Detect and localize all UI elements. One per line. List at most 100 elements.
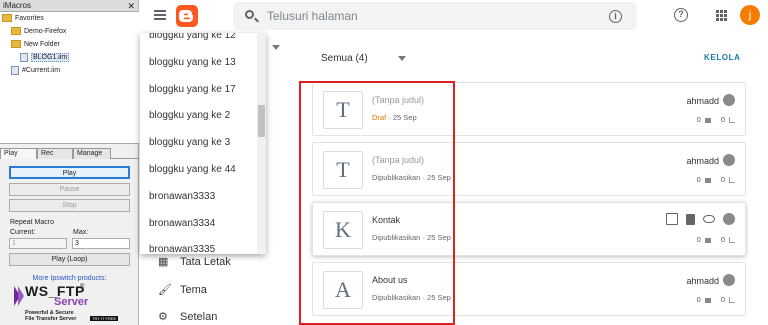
post-meta: Dipublikasikan · 25 Sep <box>372 233 451 242</box>
blog-dropdown-list[interactable]: bloggku yang ke 12 bloggku yang ke 13 blog… <box>140 33 266 254</box>
ws-ftp-server: Server <box>54 296 89 308</box>
views-chart-icon <box>729 177 735 184</box>
comment-icon <box>704 177 711 183</box>
blog-option[interactable]: bloggku yang ke 13 <box>149 57 236 68</box>
blog-option[interactable]: bloggku yang ke 44 <box>149 164 236 175</box>
play-loop-button[interactable]: Play (Loop) <box>9 253 130 266</box>
post-actions <box>658 213 735 227</box>
comment-count: 0 <box>696 175 701 184</box>
search-input[interactable] <box>265 2 585 30</box>
search-icon[interactable] <box>245 10 254 19</box>
tree-item[interactable]: #Current.iim <box>0 64 139 77</box>
more-products-link[interactable]: More Ipswitch products: <box>0 275 139 282</box>
tree-item[interactable]: New Folder <box>0 38 139 51</box>
dropdown-scroll-thumb[interactable] <box>258 105 265 137</box>
search-bar[interactable]: i <box>233 2 637 30</box>
post-stats: 00 <box>697 295 735 304</box>
comment-count: 0 <box>696 295 701 304</box>
post-thumbnail: A <box>323 271 363 309</box>
macro-file-icon <box>11 65 19 75</box>
tree-item[interactable]: Demo-Firefox <box>0 25 139 38</box>
post-card[interactable]: T (Tanpa judul) Draf · 25 Sep ahmadd 0 0 <box>312 82 746 136</box>
ws-ftp-logo-icon <box>14 286 24 306</box>
post-meta: Dipublikasikan · 25 Sep <box>372 173 451 182</box>
delete-icon[interactable] <box>686 213 695 225</box>
blogger-logo-icon[interactable] <box>176 5 198 27</box>
comment-count: 0 <box>696 235 701 244</box>
preview-icon[interactable] <box>703 215 715 224</box>
blogger-header: i ? j <box>140 0 768 33</box>
stop-button[interactable]: Stop <box>9 199 130 212</box>
help-icon[interactable]: ? <box>674 8 688 22</box>
view-count: 0 <box>720 235 725 244</box>
max-field[interactable]: 3 <box>72 238 130 249</box>
comment-icon <box>704 297 711 303</box>
post-title[interactable]: (Tanpa judul) <box>372 95 424 105</box>
tree-item[interactable]: Favorites <box>0 12 139 25</box>
tree-item-label: New Folder <box>24 41 60 48</box>
post-author: ahmadd <box>686 96 719 106</box>
blog-option[interactable]: bronawan3334 <box>149 218 215 229</box>
pause-button[interactable]: Pause <box>9 183 130 196</box>
folder-icon <box>11 40 21 49</box>
ws-ftp-ad[interactable]: WS_FTP ® Server Powerful & Secure File T… <box>14 283 132 324</box>
try-it-free-badge: TRY IT FREE <box>90 316 119 321</box>
nav-label: Tema <box>180 284 207 296</box>
views-chart-icon <box>729 237 735 244</box>
post-meta: Draf · 25 Sep <box>372 113 417 122</box>
current-field: 1 <box>9 238 67 249</box>
tab-play[interactable]: Play <box>0 148 37 159</box>
post-date: · 25 Sep <box>422 233 451 242</box>
account-avatar[interactable]: j <box>740 5 760 25</box>
post-stats: 00 <box>697 235 735 244</box>
tab-rec[interactable]: Rec <box>37 148 73 159</box>
settings-gear-icon: ⚙ <box>158 311 168 323</box>
folder-icon <box>11 27 21 36</box>
macro-file-icon <box>20 52 28 62</box>
post-stats: 00 <box>697 175 735 184</box>
blog-option[interactable]: bloggku yang ke 3 <box>149 137 230 148</box>
hamburger-menu-icon[interactable] <box>154 10 166 20</box>
blog-selector-caret-icon[interactable] <box>272 45 280 50</box>
post-title[interactable]: About us <box>372 275 408 285</box>
post-card[interactable]: K Kontak Dipublikasikan · 25 Sep 0 0 <box>312 202 746 256</box>
manage-button[interactable]: KELOLA <box>704 53 741 62</box>
filter-caret-icon[interactable] <box>398 56 406 61</box>
apps-grid-icon[interactable] <box>716 10 727 21</box>
tab-manage[interactable]: Manage <box>73 148 111 159</box>
info-icon[interactable]: i <box>609 10 622 23</box>
comment-icon <box>704 237 711 243</box>
share-icon[interactable] <box>666 213 678 226</box>
dropdown-scrollbar[interactable] <box>257 33 266 254</box>
post-status: Dipublikasikan <box>372 173 421 182</box>
registered-mark: ® <box>80 284 85 290</box>
nav-label: Setelan <box>180 311 218 323</box>
post-author: ahmadd <box>686 156 719 166</box>
close-icon[interactable]: ✕ <box>127 0 135 12</box>
imacros-tabs: Play Rec Manage <box>0 148 139 159</box>
blog-option[interactable]: bloggku yang ke 12 <box>149 33 236 41</box>
repeat-macro-label: Repeat Macro <box>10 219 54 226</box>
post-card[interactable]: A About us Dipublikasikan · 25 Sep ahmadd 0 0 <box>312 262 746 316</box>
blog-option[interactable]: bronawan3335 <box>149 244 215 254</box>
post-title[interactable]: (Tanpa judul) <box>372 155 424 165</box>
post-card[interactable]: T (Tanpa judul) Dipublikasikan · 25 Sep ahm… <box>312 142 746 196</box>
views-chart-icon <box>729 117 735 124</box>
author-avatar <box>723 154 735 166</box>
post-filter-select[interactable]: Semua (4) <box>321 53 368 64</box>
play-button[interactable]: Play <box>9 166 130 179</box>
post-date: · 25 Sep <box>422 173 451 182</box>
blog-option[interactable]: bloggku yang ke 2 <box>149 110 230 121</box>
layout-icon: ▦ <box>158 256 169 268</box>
comment-count: 0 <box>696 115 701 124</box>
tree-item[interactable]: BLOG1.iim <box>0 51 139 64</box>
imacros-title: iMacros <box>3 1 32 10</box>
tree-item-label: Demo-Firefox <box>24 28 67 35</box>
post-author: ahmadd <box>686 276 719 286</box>
post-title[interactable]: Kontak <box>372 215 400 225</box>
blog-option[interactable]: bronawan3333 <box>149 191 215 202</box>
view-count: 0 <box>720 115 725 124</box>
current-label: Current: <box>10 229 36 236</box>
theme-brush-icon: 🖌 <box>158 284 172 296</box>
blog-option[interactable]: bloggku yang ke 17 <box>149 84 236 95</box>
